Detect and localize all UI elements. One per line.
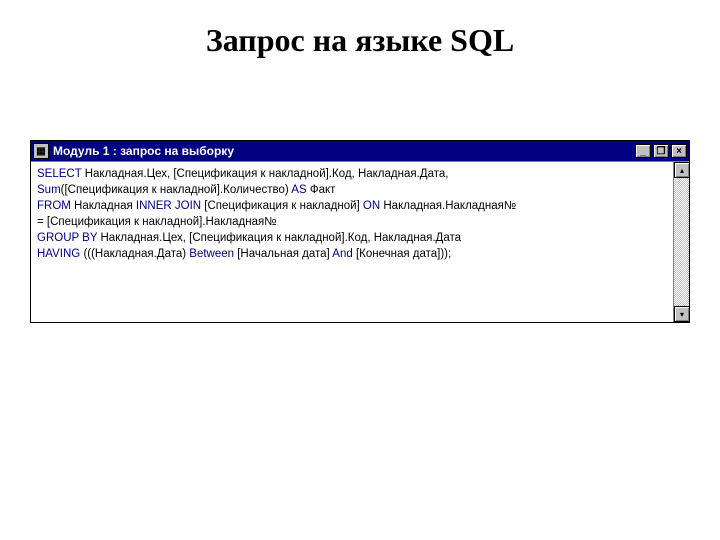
scroll-up-icon[interactable]: ▴ <box>674 162 690 178</box>
window-controls: _ ❐ × <box>633 144 687 158</box>
slide-title: Запрос на языке SQL <box>0 0 720 99</box>
slide-root: Запрос на языке SQL ▦ Модуль 1 : запрос … <box>0 0 720 540</box>
query-window: ▦ Модуль 1 : запрос на выборку _ ❐ × SEL… <box>30 140 690 323</box>
scroll-down-icon[interactable]: ▾ <box>674 306 690 322</box>
sql-line: = [Спецификация к накладной].Накладная№ <box>37 214 667 230</box>
minimize-button[interactable]: _ <box>635 144 651 158</box>
sql-line: HAVING (((Накладная.Дата) Between [Начал… <box>37 246 667 262</box>
vertical-scrollbar[interactable]: ▴ ▾ <box>673 162 689 322</box>
content-area: SELECT Накладная.Цех, [Спецификация к на… <box>31 161 689 322</box>
title-bar[interactable]: ▦ Модуль 1 : запрос на выборку _ ❐ × <box>31 141 689 161</box>
scroll-track[interactable] <box>674 178 689 306</box>
sql-editor[interactable]: SELECT Накладная.Цех, [Спецификация к на… <box>31 162 673 322</box>
close-button[interactable]: × <box>671 144 687 158</box>
sql-line: FROM Накладная INNER JOIN [Спецификация … <box>37 198 667 214</box>
window-icon: ▦ <box>33 143 49 159</box>
restore-button[interactable]: ❐ <box>653 144 669 158</box>
window-title: Модуль 1 : запрос на выборку <box>53 144 633 158</box>
sql-line: SELECT Накладная.Цех, [Спецификация к на… <box>37 166 667 182</box>
sql-line: Sum([Спецификация к накладной].Количеств… <box>37 182 667 198</box>
sql-line: GROUP BY Накладная.Цех, [Спецификация к … <box>37 230 667 246</box>
